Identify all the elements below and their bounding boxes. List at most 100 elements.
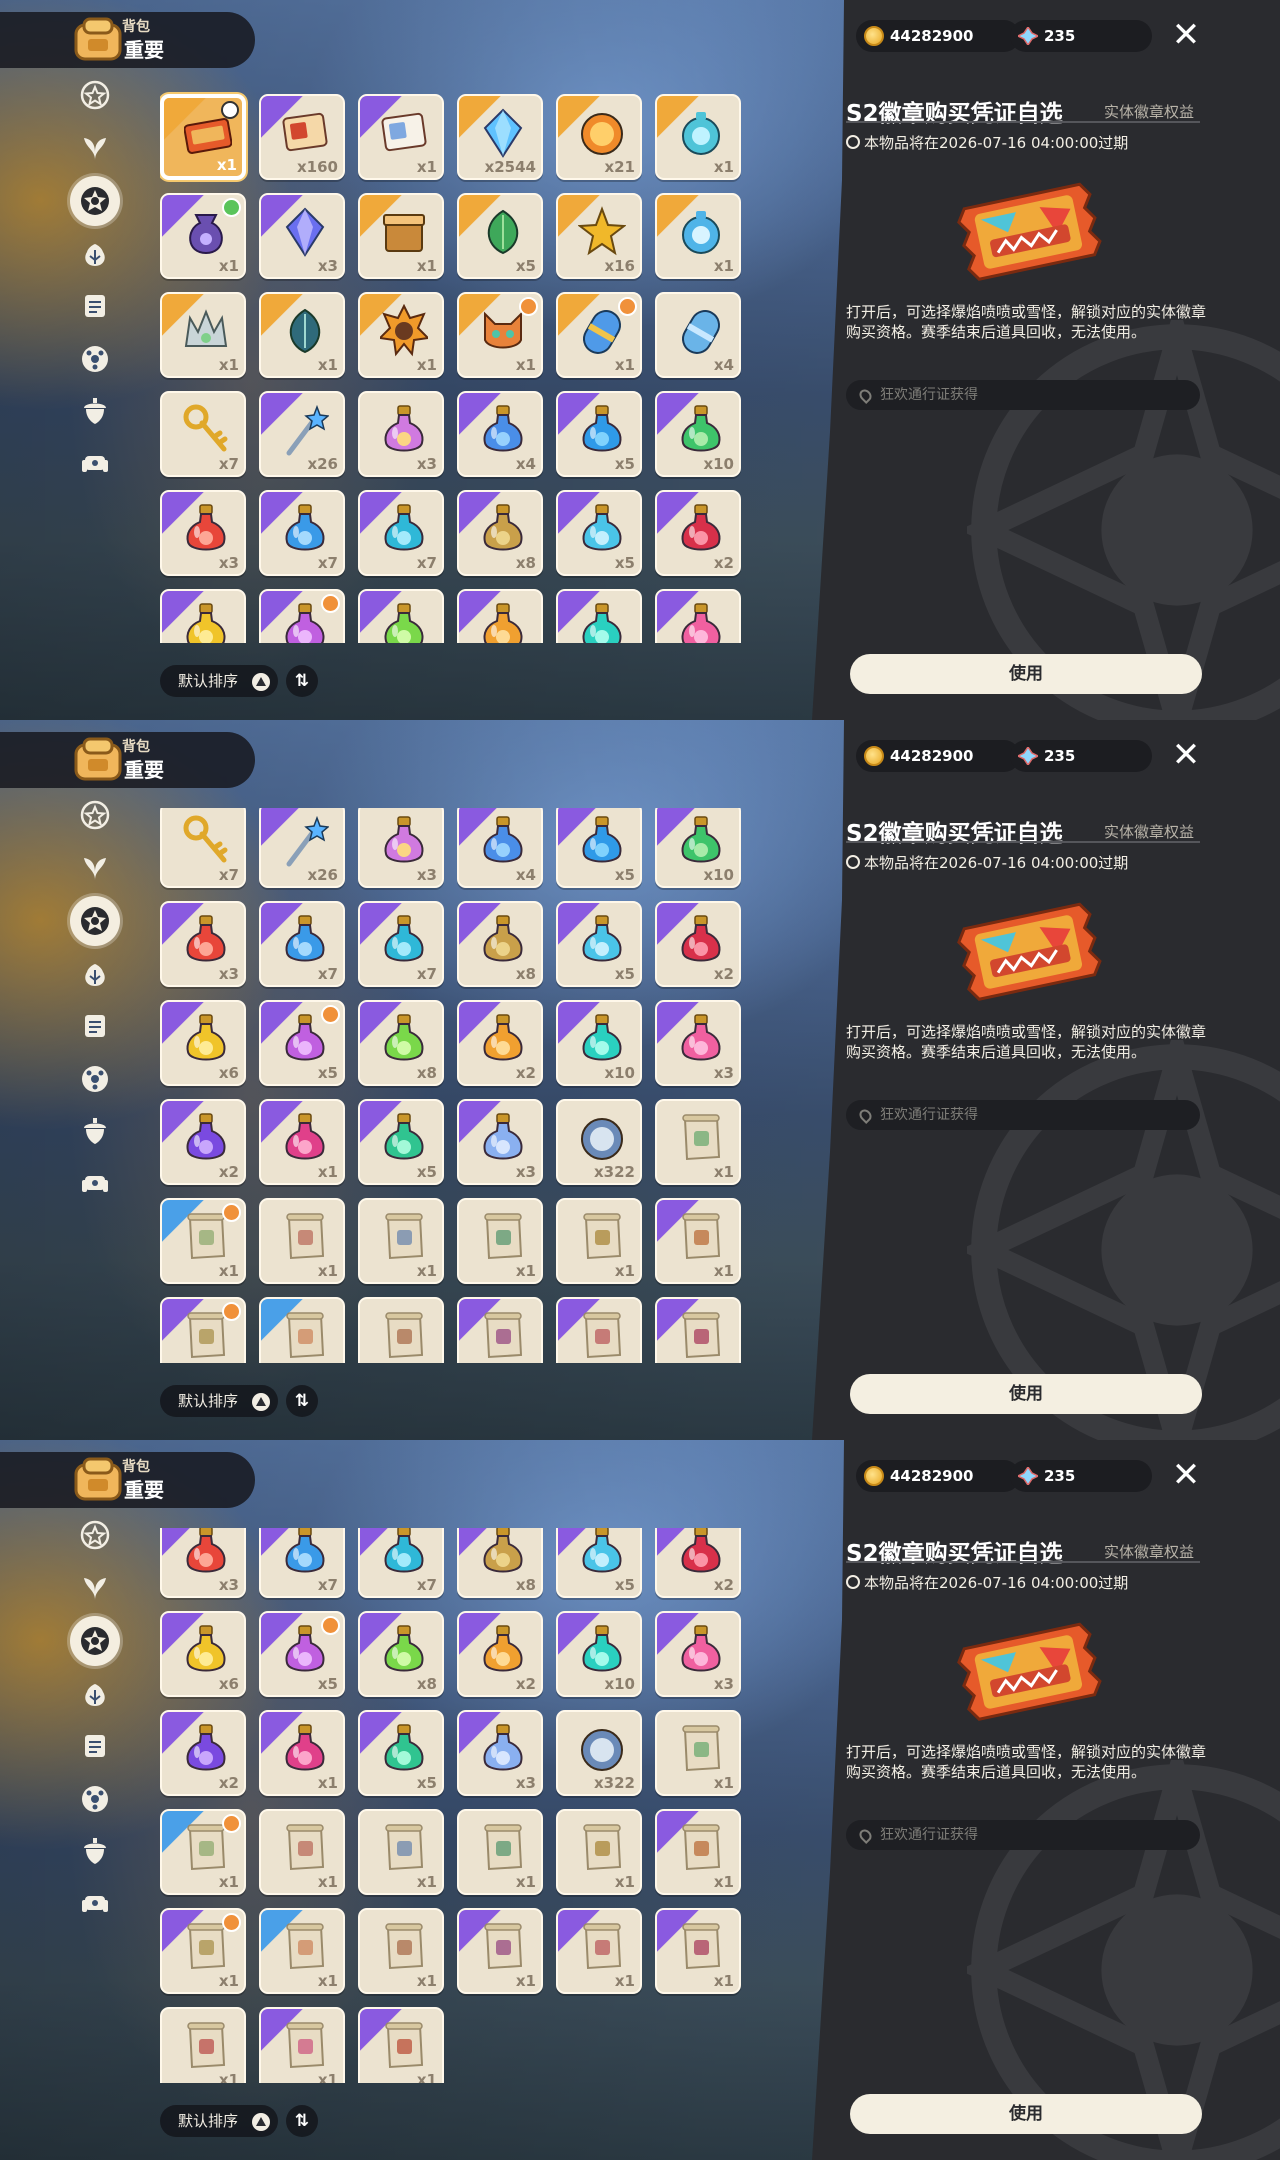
item-slot-potion-purple[interactable]: x2: [160, 1710, 246, 1796]
item-slot-potion-pink[interactable]: x3: [655, 1611, 741, 1697]
sort-order-toggle[interactable]: ⇅: [286, 1385, 318, 1417]
item-slot-badge-voucher[interactable]: x1: [160, 94, 246, 180]
nav-ball-tab[interactable]: [70, 334, 120, 384]
item-slot-golden-key[interactable]: x7: [160, 391, 246, 477]
item-slot-potion-pink[interactable]: x3: [655, 1000, 741, 1086]
item-slot-potion-aqua[interactable]: x7: [358, 1528, 444, 1598]
nav-furniture-tab[interactable]: [70, 1878, 120, 1928]
item-slot-scroll-e[interactable]: x1: [556, 1809, 642, 1895]
nav-star-tab[interactable]: [70, 790, 120, 840]
item-grid-viewport[interactable]: x3 x7 x7 x8 x5 x2 x6 x5 x8 x2 x10 x3 x2 x1 x5 x3 x322 x1 x…: [160, 1528, 760, 2083]
close-button[interactable]: ✕: [1168, 18, 1204, 54]
item-slot-scroll-m[interactable]: x1: [160, 2007, 246, 2083]
item-slot-potion-ice[interactable]: x5: [556, 1528, 642, 1598]
item-slot-rainbow-potion[interactable]: x3: [358, 808, 444, 888]
item-slot-flame-coin[interactable]: x21: [556, 94, 642, 180]
item-slot-blue-vial[interactable]: x4: [457, 391, 543, 477]
item-slot-scroll-g[interactable]: x1: [160, 1297, 246, 1363]
item-slot-potion-earth[interactable]: x8: [457, 490, 543, 576]
item-slot-potion-yellow[interactable]: x6: [160, 1611, 246, 1697]
item-slot-scroll-l[interactable]: x1: [655, 1297, 741, 1363]
item-slot-scroll-o[interactable]: x1: [358, 2007, 444, 2083]
item-slot-photo-card[interactable]: x160: [259, 94, 345, 180]
item-slot-potion-lime[interactable]: x8: [358, 589, 444, 643]
item-slot-potion-green[interactable]: x10: [655, 808, 741, 888]
item-slot-potion-cyan-star[interactable]: x5: [556, 808, 642, 888]
item-grid-viewport[interactable]: x7 x26 x3 x4 x5 x10 x3 x7 x7 x8 x5 x2 x6 x5 x8 x2 x10 x3 x…: [160, 808, 760, 1363]
item-slot-potion-pink[interactable]: x3: [655, 589, 741, 643]
item-slot-scroll-a[interactable]: x1: [160, 1198, 246, 1284]
item-slot-gold-star[interactable]: x16: [556, 193, 642, 279]
sort-arrow-icon[interactable]: [252, 2113, 270, 2131]
item-slot-scroll-g[interactable]: x1: [160, 1908, 246, 1994]
item-slot-letter[interactable]: x1: [358, 94, 444, 180]
item-slot-spirit-bottle[interactable]: x1: [655, 94, 741, 180]
item-slot-scroll-c[interactable]: x1: [358, 1198, 444, 1284]
item-slot-potion-earth[interactable]: x8: [457, 901, 543, 987]
item-slot-rainbow-potion[interactable]: x3: [358, 391, 444, 477]
item-slot-potion-violet[interactable]: x5: [259, 589, 345, 643]
item-slot-star-wand[interactable]: x26: [259, 808, 345, 888]
nav-flower-tab[interactable]: [70, 950, 120, 1000]
nav-scroll-tab[interactable]: [70, 1720, 120, 1770]
item-slot-potion-violet[interactable]: x5: [259, 1000, 345, 1086]
item-slot-potion-orange[interactable]: x2: [457, 1000, 543, 1086]
item-slot-green-hat[interactable]: x5: [457, 193, 543, 279]
item-slot-scroll-d[interactable]: x1: [457, 1809, 543, 1895]
item-slot-sun-emblem[interactable]: x1: [358, 292, 444, 378]
nav-star-tab[interactable]: [70, 1510, 120, 1560]
item-slot-scroll-n[interactable]: x1: [259, 2007, 345, 2083]
item-slot-scroll-c[interactable]: x1: [358, 1809, 444, 1895]
item-slot-potion-purple[interactable]: x2: [160, 1099, 246, 1185]
sort-arrow-icon[interactable]: [252, 673, 270, 691]
item-slot-golden-key[interactable]: x7: [160, 808, 246, 888]
item-slot-potion-ice[interactable]: x5: [556, 901, 642, 987]
item-slot-star-wand[interactable]: x26: [259, 391, 345, 477]
use-button[interactable]: 使用: [850, 2094, 1202, 2134]
nav-acorn-tab[interactable]: [70, 1826, 120, 1876]
item-slot-potion-orange[interactable]: x2: [457, 1611, 543, 1697]
item-slot-potion-swirl[interactable]: x3: [457, 1099, 543, 1185]
item-slot-potion-swirl[interactable]: x3: [457, 1710, 543, 1796]
item-slot-robot-coin[interactable]: x322: [556, 1099, 642, 1185]
item-slot-potion-yellow[interactable]: x6: [160, 589, 246, 643]
item-slot-fox-mask[interactable]: x1: [457, 292, 543, 378]
item-slot-potion-red[interactable]: x3: [160, 1528, 246, 1598]
item-slot-crystal-shard[interactable]: x2544: [457, 94, 543, 180]
item-slot-capsule-gold[interactable]: x1: [556, 292, 642, 378]
item-slot-dream-crystal[interactable]: x3: [259, 193, 345, 279]
item-slot-potion-red[interactable]: x3: [160, 490, 246, 576]
item-slot-potion-sky[interactable]: x7: [259, 490, 345, 576]
item-slot-robot-coin[interactable]: x322: [556, 1710, 642, 1796]
close-button[interactable]: ✕: [1168, 738, 1204, 774]
nav-acorn-tab[interactable]: [70, 1106, 120, 1156]
nav-leaf-tab[interactable]: [70, 122, 120, 172]
nav-scroll-tab[interactable]: [70, 1000, 120, 1050]
item-slot-potion-orange[interactable]: x2: [457, 589, 543, 643]
item-slot-scroll-e[interactable]: x1: [556, 1198, 642, 1284]
item-slot-water-orb[interactable]: x1: [655, 193, 741, 279]
item-slot-potion-crimson[interactable]: x2: [655, 490, 741, 576]
nav-special-tab[interactable]: [70, 176, 120, 226]
item-slot-potion-ice[interactable]: x5: [556, 490, 642, 576]
item-slot-scroll-j[interactable]: x1: [457, 1297, 543, 1363]
item-slot-potion-cyan-star[interactable]: x5: [556, 391, 642, 477]
item-slot-potion-red[interactable]: x3: [160, 901, 246, 987]
item-slot-scroll-green[interactable]: x1: [655, 1710, 741, 1796]
nav-flower-tab[interactable]: [70, 230, 120, 280]
nav-ball-tab[interactable]: [70, 1774, 120, 1824]
item-slot-potion-green[interactable]: x10: [655, 391, 741, 477]
item-slot-potion-crimson[interactable]: x2: [655, 1528, 741, 1598]
item-slot-potion-magenta[interactable]: x1: [259, 1710, 345, 1796]
close-button[interactable]: ✕: [1168, 1458, 1204, 1494]
item-grid-viewport[interactable]: x1 x160 x1 x2544 x21 x1 x1 x3 x1 x5 x16 x1 x1 x1 x1 x1 x…: [160, 88, 760, 643]
item-slot-scroll-l[interactable]: x1: [655, 1908, 741, 1994]
item-slot-scroll-h[interactable]: x1: [259, 1297, 345, 1363]
item-slot-potion-earth[interactable]: x8: [457, 1528, 543, 1598]
item-slot-scroll-k[interactable]: x1: [556, 1908, 642, 1994]
item-slot-scroll-b[interactable]: x1: [259, 1809, 345, 1895]
nav-furniture-tab[interactable]: [70, 1158, 120, 1208]
item-slot-scroll-a[interactable]: x1: [160, 1809, 246, 1895]
item-slot-potion-lime[interactable]: x8: [358, 1000, 444, 1086]
item-slot-scroll-i[interactable]: x1: [358, 1297, 444, 1363]
